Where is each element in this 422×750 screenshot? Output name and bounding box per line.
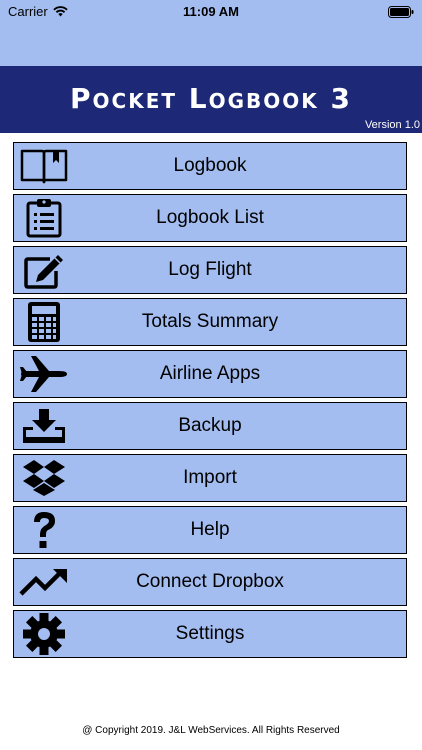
backup-button[interactable]: Backup [13,402,407,450]
gear-icon [18,613,70,655]
dropbox-icon [18,458,70,498]
airline-apps-button[interactable]: Airline Apps [13,350,407,398]
download-tray-icon [18,406,70,446]
logbook-list-button[interactable]: Logbook List [13,194,407,242]
main-menu: Logbook Logbook List Log Flight Totals S… [13,142,407,662]
totals-summary-label: Totals Summary [141,311,279,332]
import-label: Import [183,467,237,488]
calculator-icon [18,302,70,342]
settings-label: Settings [175,623,245,644]
logbook-label: Logbook [173,155,247,176]
backup-label: Backup [178,415,242,436]
help-button[interactable]: Help [13,506,407,554]
edit-icon [18,250,70,290]
settings-button[interactable]: Settings [13,610,407,658]
status-time: 11:09 AM [183,4,239,19]
help-label: Help [190,519,230,540]
log-flight-button[interactable]: Log Flight [13,246,407,294]
clipboard-list-icon [18,198,70,238]
connect-dropbox-button[interactable]: Connect Dropbox [13,558,407,606]
logbook-button[interactable]: Logbook [13,142,407,190]
airline-apps-label: Airline Apps [159,363,261,384]
question-icon [18,510,70,550]
copyright-footer: @ Copyright 2019. J&L WebServices. All R… [82,725,340,736]
airplane-icon [18,354,70,394]
totals-summary-button[interactable]: Totals Summary [13,298,407,346]
import-button[interactable]: Import [13,454,407,502]
trend-up-icon [18,562,70,602]
logbook-list-label: Logbook List [156,207,264,228]
app-title: Pocket Logbook 3 [70,82,352,115]
connect-dropbox-label: Connect Dropbox [136,571,284,592]
version-label: Version 1.0 [364,119,420,131]
battery-icon [388,5,414,23]
log-flight-label: Log Flight [168,259,252,280]
title-bar: Pocket Logbook 3 Version 1.0 [0,66,422,133]
book-icon [18,146,70,186]
status-bar: Carrier 11:09 AM [0,0,422,66]
